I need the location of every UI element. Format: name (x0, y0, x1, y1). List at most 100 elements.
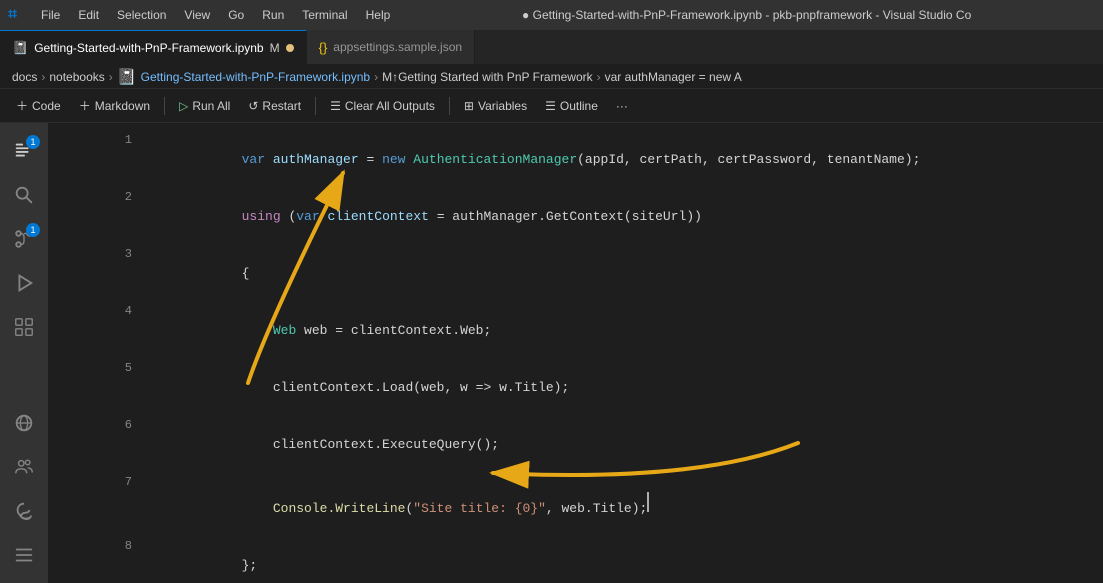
activity-explorer[interactable]: 1 (4, 131, 44, 171)
menu-bar: File Edit Selection View Go Run Terminal… (33, 6, 398, 24)
notebook-toolbar: ＋ Code ＋ Markdown ▷ Run All ↺ Restart ☰ … (0, 89, 1103, 123)
line-number-5: 5 (108, 359, 132, 378)
line-number-3: 3 (108, 245, 132, 264)
menu-file[interactable]: File (33, 6, 68, 24)
toolbar-sep-3 (449, 97, 450, 115)
breadcrumb-sep-4: › (597, 70, 601, 84)
source-control-badge: 1 (26, 223, 40, 237)
tab-notebook-label: Getting-Started-with-PnP-Framework.ipynb (34, 41, 263, 55)
add-code-button[interactable]: ＋ Code (8, 94, 69, 117)
clear-icon: ☰ (330, 99, 341, 113)
line-content-1: var authManager = new AuthenticationMana… (148, 131, 1103, 188)
code-label: Code (32, 99, 61, 113)
breadcrumb-sep-2: › (109, 70, 113, 84)
code-line-6: 6 clientContext.ExecuteQuery(); (48, 416, 1103, 473)
breadcrumb-file-icon: 📓 (117, 67, 137, 87)
json-file-icon: {} (319, 40, 328, 55)
code-line-4: 4 Web web = clientContext.Web; (48, 302, 1103, 359)
activity-bar: 1 1 (0, 123, 48, 583)
breadcrumb-notebooks[interactable]: notebooks (49, 70, 104, 84)
variables-icon: ⊞ (464, 99, 474, 113)
ellipsis-icon: ··· (616, 99, 628, 113)
breadcrumb: docs › notebooks › 📓 Getting-Started-wit… (0, 65, 1103, 89)
tab-json-label: appsettings.sample.json (333, 40, 462, 54)
toolbar-sep-1 (164, 97, 165, 115)
breadcrumb-section[interactable]: M↑Getting Started with PnP Framework (382, 70, 593, 84)
breadcrumb-sep-3: › (374, 70, 378, 84)
code-line-8: 8 }; (48, 537, 1103, 583)
code-line-7: 7 Console.WriteLine("Site title: {0}", w… (48, 473, 1103, 537)
activity-source-control[interactable]: 1 (4, 219, 44, 259)
activity-settings[interactable] (4, 535, 44, 575)
activity-search[interactable] (4, 175, 44, 215)
breadcrumb-notebook[interactable]: Getting-Started-with-PnP-Framework.ipynb (141, 70, 370, 84)
menu-view[interactable]: View (176, 6, 218, 24)
outline-button[interactable]: ☰ Outline (537, 96, 606, 116)
restart-icon: ↺ (248, 99, 258, 113)
clear-outputs-label: Clear All Outputs (345, 99, 435, 113)
outline-icon: ☰ (545, 99, 556, 113)
line-content-2: using (var clientContext = authManager.G… (148, 188, 1103, 245)
code-line-2: 2 using (var clientContext = authManager… (48, 188, 1103, 245)
plus-icon: ＋ (16, 97, 28, 114)
main-area: 1 1 (0, 123, 1103, 583)
window-title: ● Getting-Started-with-PnP-Framework.ipy… (398, 8, 1095, 22)
line-content-5: clientContext.Load(web, w => w.Title); (148, 359, 1103, 416)
editor-area: 1 var authManager = new AuthenticationMa… (48, 123, 1103, 583)
line-number-1: 1 (108, 131, 132, 150)
line-content-7: Console.WriteLine("Site title: {0}", web… (148, 473, 1103, 537)
vscode-icon: ⌗ (8, 6, 17, 24)
code-line-1: 1 var authManager = new AuthenticationMa… (48, 131, 1103, 188)
activity-remote[interactable] (4, 403, 44, 443)
code-line-3: 3 { (48, 245, 1103, 302)
outline-label: Outline (560, 99, 598, 113)
more-options-button[interactable]: ··· (608, 96, 636, 116)
line-content-4: Web web = clientContext.Web; (148, 302, 1103, 359)
code-line-5: 5 clientContext.Load(web, w => w.Title); (48, 359, 1103, 416)
plus-markdown-icon: ＋ (79, 97, 91, 114)
menu-run[interactable]: Run (254, 6, 292, 24)
menu-edit[interactable]: Edit (70, 6, 107, 24)
text-cursor (647, 492, 649, 512)
menu-selection[interactable]: Selection (109, 6, 174, 24)
line-number-7: 7 (108, 473, 132, 492)
line-content-6: clientContext.ExecuteQuery(); (148, 416, 1103, 473)
explorer-badge: 1 (26, 135, 40, 149)
tab-bar: 📓 Getting-Started-with-PnP-Framework.ipy… (0, 30, 1103, 65)
activity-edge[interactable] (4, 491, 44, 531)
run-all-button[interactable]: ▷ Run All (171, 96, 238, 116)
tab-modified-indicator: M (270, 41, 280, 55)
title-bar-left: ⌗ File Edit Selection View Go Run Termin… (8, 6, 398, 24)
breadcrumb-docs[interactable]: docs (12, 70, 37, 84)
line-number-2: 2 (108, 188, 132, 207)
variables-button[interactable]: ⊞ Variables (456, 96, 535, 116)
line-content-8: }; (148, 537, 1103, 583)
add-markdown-button[interactable]: ＋ Markdown (71, 94, 158, 117)
line-number-6: 6 (108, 416, 132, 435)
toolbar-sep-2 (315, 97, 316, 115)
breadcrumb-code[interactable]: var authManager = new A (605, 70, 742, 84)
run-all-label: Run All (192, 99, 230, 113)
tab-unsaved-dot (286, 44, 294, 52)
line-number-4: 4 (108, 302, 132, 321)
breadcrumb-sep-1: › (41, 70, 45, 84)
restart-label: Restart (262, 99, 301, 113)
title-bar: ⌗ File Edit Selection View Go Run Termin… (0, 0, 1103, 30)
markdown-label: Markdown (95, 99, 150, 113)
menu-go[interactable]: Go (220, 6, 252, 24)
menu-terminal[interactable]: Terminal (294, 6, 355, 24)
clear-outputs-button[interactable]: ☰ Clear All Outputs (322, 96, 443, 116)
line-content-3: { (148, 245, 1103, 302)
menu-help[interactable]: Help (358, 6, 399, 24)
tab-json[interactable]: {} appsettings.sample.json (307, 30, 475, 64)
restart-button[interactable]: ↺ Restart (240, 96, 309, 116)
notebook-content[interactable]: 1 var authManager = new AuthenticationMa… (48, 123, 1103, 583)
code-cell: 1 var authManager = new AuthenticationMa… (48, 131, 1103, 583)
run-all-icon: ▷ (179, 99, 188, 113)
line-number-8: 8 (108, 537, 132, 556)
activity-extensions[interactable] (4, 307, 44, 347)
activity-teams[interactable] (4, 447, 44, 487)
activity-run-debug[interactable] (4, 263, 44, 303)
notebook-file-icon: 📓 (12, 40, 28, 56)
tab-notebook[interactable]: 📓 Getting-Started-with-PnP-Framework.ipy… (0, 30, 307, 64)
